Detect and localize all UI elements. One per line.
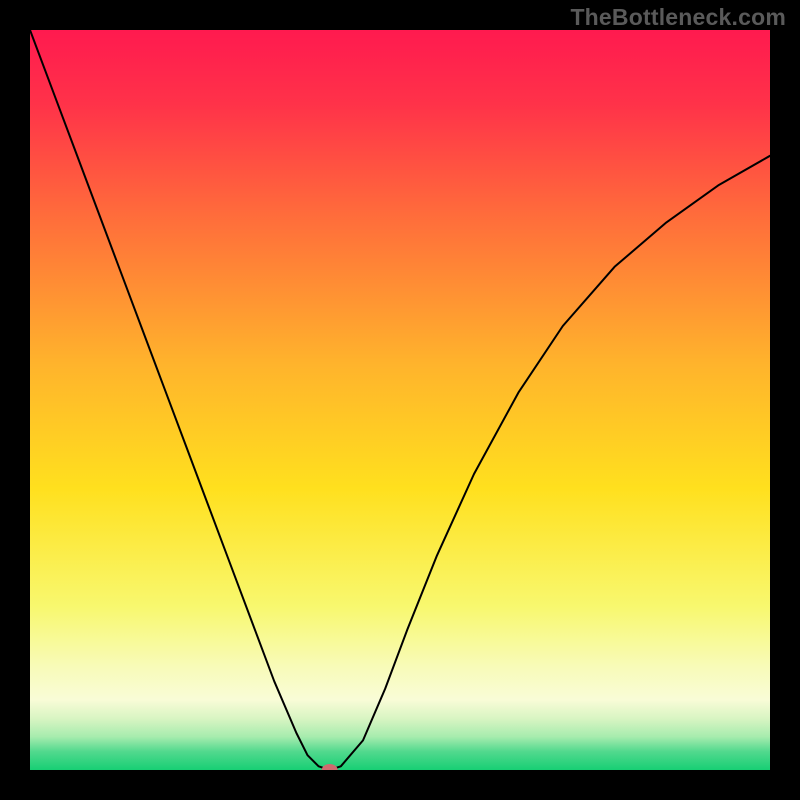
chart-frame: TheBottleneck.com — [0, 0, 800, 800]
watermark-text: TheBottleneck.com — [570, 4, 786, 31]
gradient-background — [30, 30, 770, 770]
chart-svg — [30, 30, 770, 770]
plot-area — [30, 30, 770, 770]
